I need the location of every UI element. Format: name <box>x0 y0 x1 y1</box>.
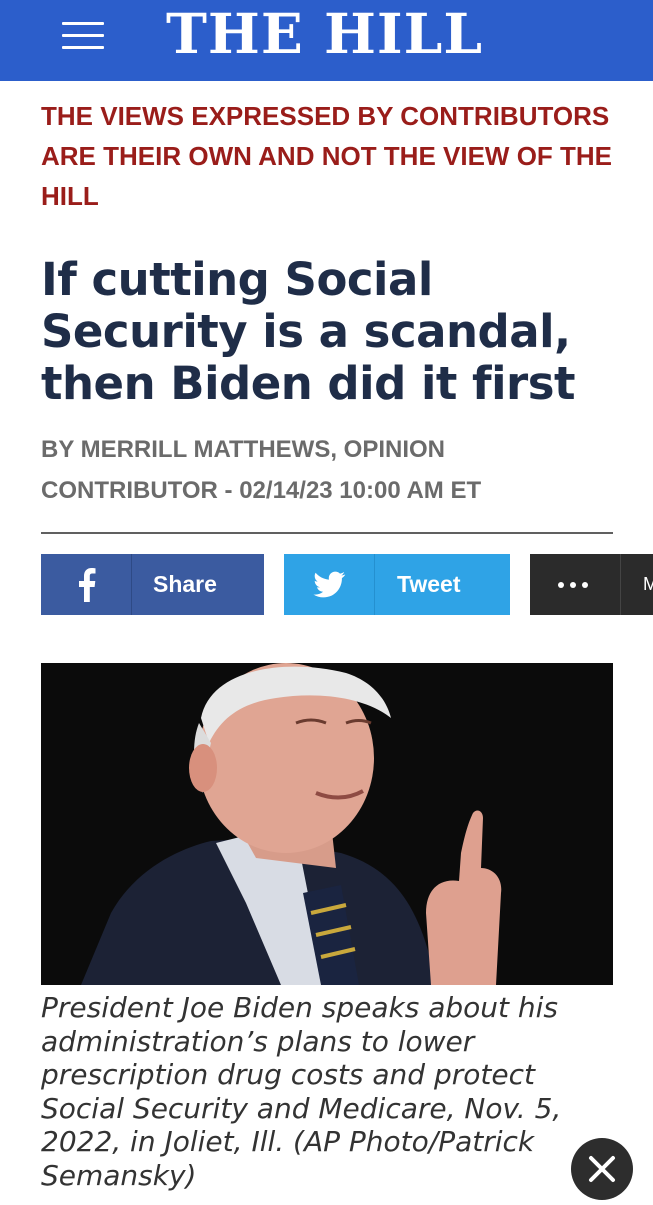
facebook-share-button[interactable]: Share <box>41 554 264 615</box>
image-caption: President Joe Biden speaks about his adm… <box>41 991 562 1192</box>
more-dots-icon <box>530 554 621 615</box>
byline-divider <box>41 532 613 534</box>
more-share-label: M <box>643 574 653 594</box>
article-photo-illustration <box>41 663 613 985</box>
hamburger-menu-icon[interactable] <box>62 22 104 50</box>
facebook-icon <box>41 554 132 615</box>
more-share-button[interactable]: M <box>530 554 653 615</box>
twitter-tweet-label: Tweet <box>397 571 461 597</box>
article-headline: If cutting Social Security is a scandal,… <box>41 253 576 410</box>
site-logo[interactable]: THE HILL <box>166 4 496 64</box>
close-button[interactable] <box>571 1138 633 1200</box>
close-icon <box>589 1156 615 1182</box>
facebook-share-label: Share <box>153 571 217 597</box>
opinion-disclaimer: THE VIEWS EXPRESSED BY CONTRIBUTORS ARE … <box>41 101 613 211</box>
twitter-tweet-button[interactable]: Tweet <box>284 554 510 615</box>
article-photo <box>41 663 613 985</box>
site-header: THE HILL <box>0 0 653 81</box>
twitter-icon <box>284 554 375 615</box>
article-byline: BY MERRILL MATTHEWS, OPINION CONTRIBUTOR… <box>41 436 482 504</box>
